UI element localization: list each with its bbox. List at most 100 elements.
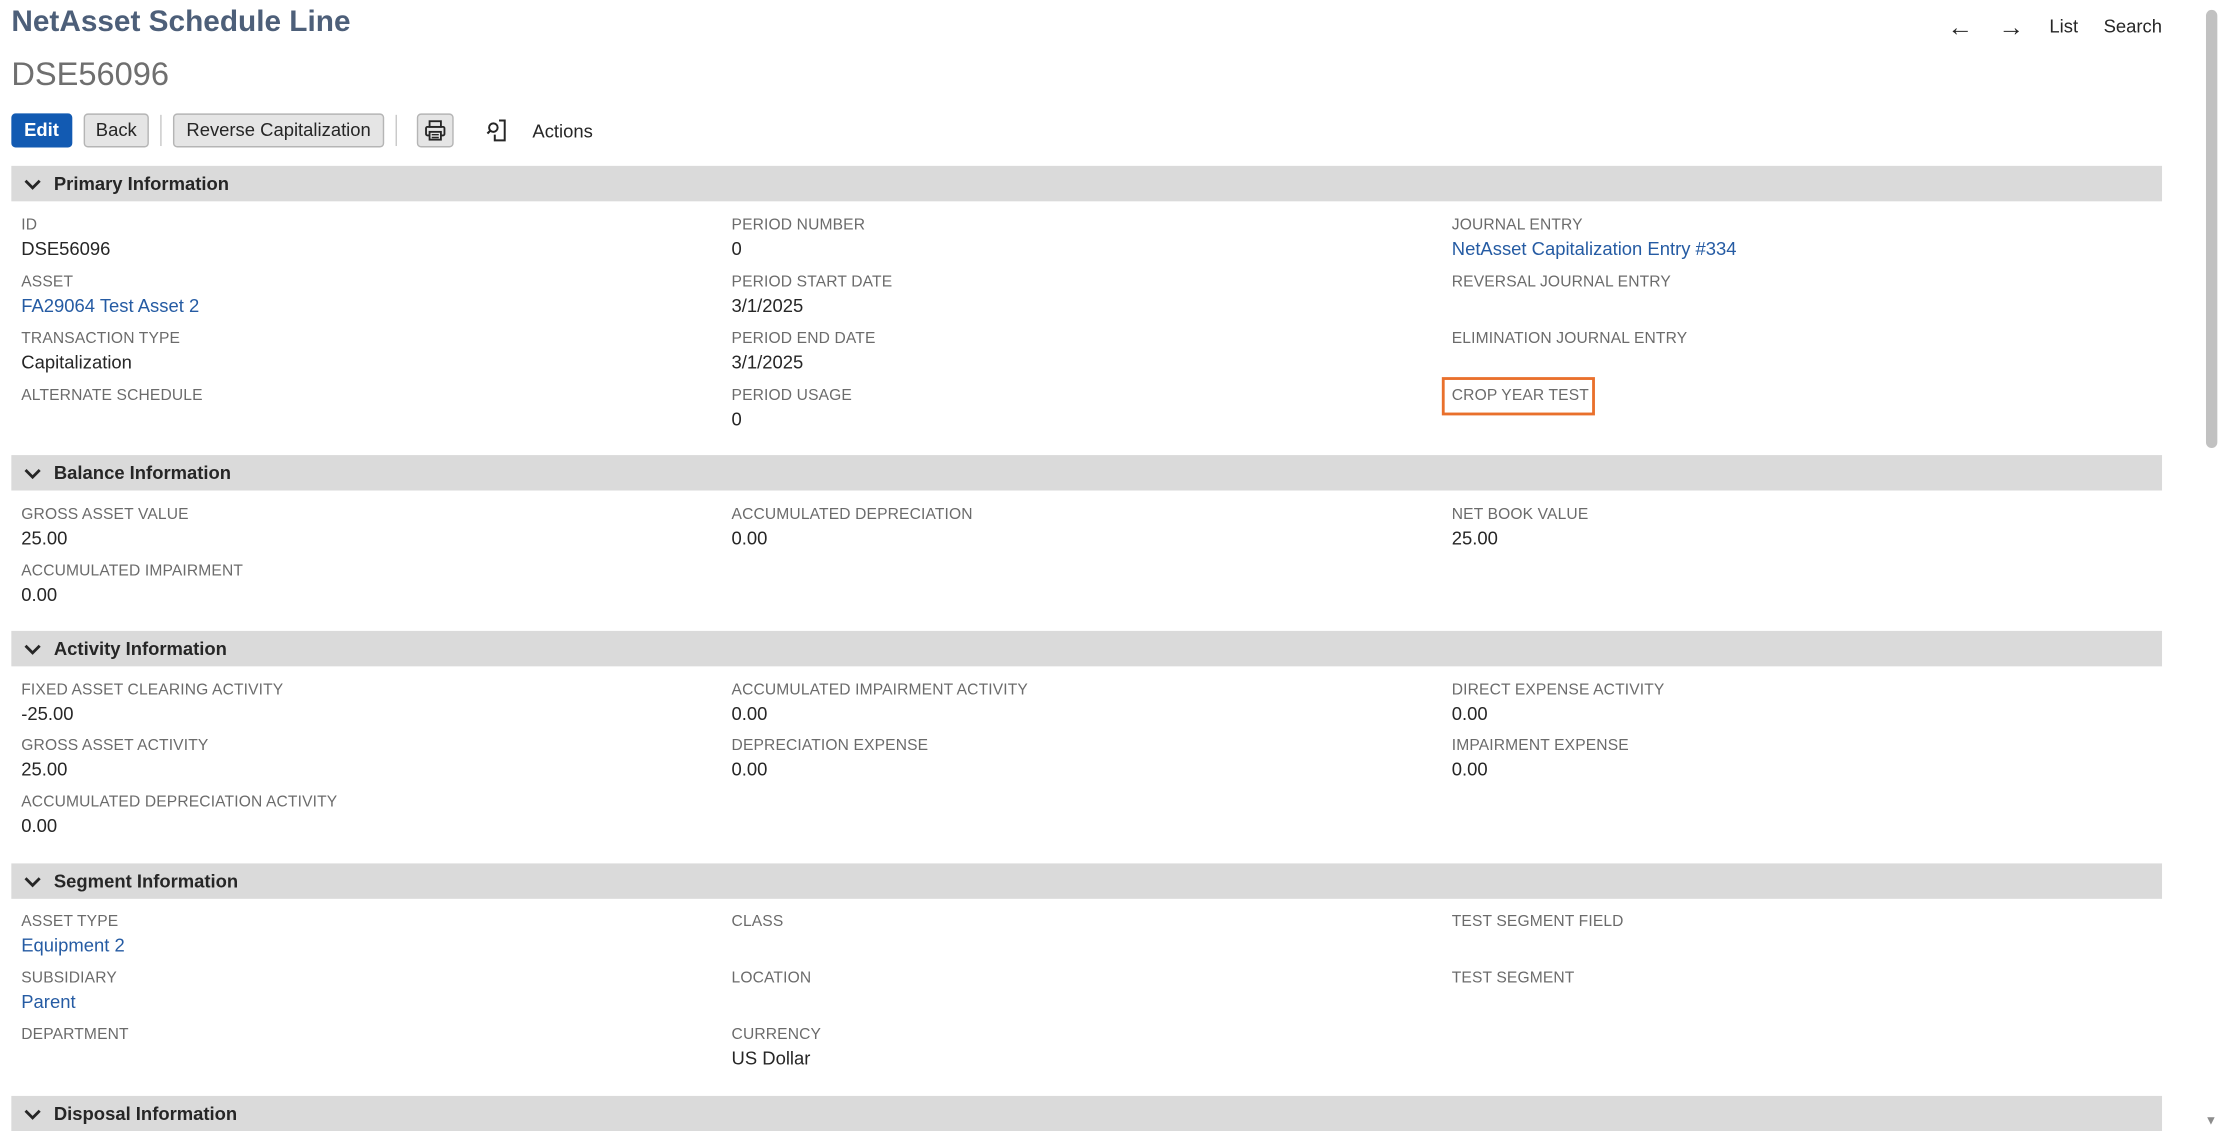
field-value: Capitalization <box>21 351 132 373</box>
asset-type-link[interactable]: Equipment 2 <box>21 934 124 955</box>
field-value: 25.00 <box>21 527 68 549</box>
field-impairment-expense: IMPAIRMENT EXPENSE 0.00 <box>1452 737 1629 780</box>
field-label: GROSS ASSET VALUE <box>21 506 189 524</box>
field-reversal-journal-entry: REVERSAL JOURNAL ENTRY <box>1452 274 1671 291</box>
section-title: Disposal Information <box>53 1102 238 1125</box>
field-alternate-schedule: ALTERNATE SCHEDULE <box>21 387 202 404</box>
asset-link[interactable]: FA29064 Test Asset 2 <box>21 295 199 316</box>
field-label: PERIOD END DATE <box>731 330 876 348</box>
print-button[interactable] <box>416 113 454 148</box>
field-test-segment: TEST SEGMENT <box>1452 970 1575 987</box>
chevron-down-icon <box>24 643 42 655</box>
field-label: IMPAIRMENT EXPENSE <box>1451 737 1629 755</box>
search-related-button[interactable] <box>481 113 515 147</box>
field-elimination-journal-entry: ELIMINATION JOURNAL ENTRY <box>1452 330 1687 347</box>
field-accumulated-impairment: ACCUMULATED IMPAIRMENT 0.00 <box>21 563 243 606</box>
chevron-down-icon <box>24 1108 42 1120</box>
field-label: ACCUMULATED IMPAIRMENT <box>21 562 244 580</box>
field-label: ACCUMULATED DEPRECIATION <box>731 506 973 524</box>
journal-entry-link[interactable]: NetAsset Capitalization Entry #334 <box>1452 238 1737 259</box>
arrow-left-icon[interactable]: ← <box>1947 13 1973 39</box>
field-department: DEPARTMENT <box>21 1026 128 1043</box>
field-fixed-asset-clearing-activity: FIXED ASSET CLEARING ACTIVITY -25.00 <box>21 682 283 725</box>
field-value: -25.00 <box>21 703 74 725</box>
page-title: NetAsset Schedule Line <box>11 5 351 39</box>
field-label: ASSET <box>21 273 74 291</box>
field-value: DSE56096 <box>21 238 111 260</box>
field-value: 0.00 <box>731 703 768 725</box>
field-accumulated-impairment-activity: ACCUMULATED IMPAIRMENT ACTIVITY 0.00 <box>732 682 1028 725</box>
back-button[interactable]: Back <box>83 113 150 148</box>
chevron-down-icon <box>24 875 42 887</box>
field-label: SUBSIDIARY <box>21 969 117 987</box>
field-class: CLASS <box>732 913 784 930</box>
field-period-usage: PERIOD USAGE 0 <box>732 387 852 430</box>
actions-menu[interactable]: Actions <box>532 120 592 141</box>
section-title: Primary Information <box>53 172 230 195</box>
chevron-down-icon <box>24 178 42 190</box>
field-label: ALTERNATE SCHEDULE <box>21 387 203 405</box>
field-test-segment-field: TEST SEGMENT FIELD <box>1452 913 1624 930</box>
field-label: TEST SEGMENT FIELD <box>1451 913 1624 931</box>
field-label: FIXED ASSET CLEARING ACTIVITY <box>21 681 284 699</box>
search-link[interactable]: Search <box>2104 16 2162 37</box>
field-label: LOCATION <box>731 969 812 987</box>
field-id: ID DSE56096 <box>21 217 110 260</box>
list-link[interactable]: List <box>2049 16 2078 37</box>
scroll-down-icon[interactable]: ▼ <box>2205 1113 2218 1127</box>
section-title: Segment Information <box>53 870 239 892</box>
arrow-right-icon[interactable]: → <box>1998 13 2024 39</box>
field-label: TEST SEGMENT <box>1451 969 1575 987</box>
document-search-icon <box>486 119 506 142</box>
field-label: CURRENCY <box>731 1026 822 1044</box>
reverse-capitalization-button[interactable]: Reverse Capitalization <box>173 113 384 148</box>
section-disposal-information[interactable]: Disposal Information <box>11 1095 2163 1131</box>
field-label: DEPARTMENT <box>21 1026 129 1044</box>
edit-button[interactable]: Edit <box>11 113 72 148</box>
field-period-end-date: PERIOD END DATE 3/1/2025 <box>732 330 876 373</box>
field-accumulated-depreciation: ACCUMULATED DEPRECIATION 0.00 <box>732 506 973 549</box>
field-gross-asset-activity: GROSS ASSET ACTIVITY 25.00 <box>21 737 208 780</box>
field-label: DEPRECIATION EXPENSE <box>731 737 929 755</box>
section-segment-information[interactable]: Segment Information <box>11 863 2163 899</box>
field-label: ASSET TYPE <box>21 913 119 931</box>
scrollbar-thumb[interactable] <box>2205 9 2218 449</box>
field-value: 25.00 <box>21 758 68 780</box>
field-gross-asset-value: GROSS ASSET VALUE 25.00 <box>21 506 188 549</box>
section-primary-information[interactable]: Primary Information <box>11 165 2163 202</box>
field-label: ELIMINATION JOURNAL ENTRY <box>1451 330 1688 348</box>
subsidiary-link[interactable]: Parent <box>21 991 117 1012</box>
toolbar: Edit Back Reverse Capitalization Actions <box>11 112 593 149</box>
highlight-box <box>1441 377 1595 416</box>
section-title: Balance Information <box>53 462 232 484</box>
field-label: DIRECT EXPENSE ACTIVITY <box>1451 681 1665 699</box>
field-value: 0 <box>731 238 742 260</box>
field-value: 3/1/2025 <box>731 294 804 317</box>
chevron-down-icon <box>24 467 42 479</box>
section-title: Activity Information <box>53 637 227 660</box>
field-label: ACCUMULATED IMPAIRMENT ACTIVITY <box>731 681 1028 699</box>
field-value: 0.00 <box>21 815 58 837</box>
section-activity-information[interactable]: Activity Information <box>11 630 2163 667</box>
field-value: 3/1/2025 <box>731 351 804 373</box>
field-accumulated-depreciation-activity: ACCUMULATED DEPRECIATION ACTIVITY 0.00 <box>21 794 337 837</box>
field-period-number: PERIOD NUMBER 0 <box>732 217 866 260</box>
toolbar-divider <box>160 114 163 147</box>
field-value: 0.00 <box>1451 758 1488 780</box>
field-label: PERIOD USAGE <box>731 387 852 405</box>
field-label: PERIOD NUMBER <box>731 216 866 234</box>
printer-icon <box>424 120 445 141</box>
section-balance-information[interactable]: Balance Information <box>11 455 2163 491</box>
field-value: 0.00 <box>731 758 768 780</box>
field-label: CLASS <box>731 913 784 931</box>
field-value: US Dollar <box>731 1047 811 1069</box>
field-net-book-value: NET BOOK VALUE 25.00 <box>1452 506 1589 549</box>
field-label: ID <box>21 216 38 234</box>
field-label: NET BOOK VALUE <box>1451 506 1589 524</box>
field-period-start-date: PERIOD START DATE 3/1/2025 <box>732 274 893 317</box>
record-navigation: ← → List Search <box>1947 13 2162 39</box>
field-label: ACCUMULATED DEPRECIATION ACTIVITY <box>21 793 338 811</box>
field-transaction-type: TRANSACTION TYPE Capitalization <box>21 330 180 373</box>
field-asset: ASSET FA29064 Test Asset 2 <box>21 274 199 317</box>
field-asset-type: ASSET TYPE Equipment 2 <box>21 913 124 956</box>
